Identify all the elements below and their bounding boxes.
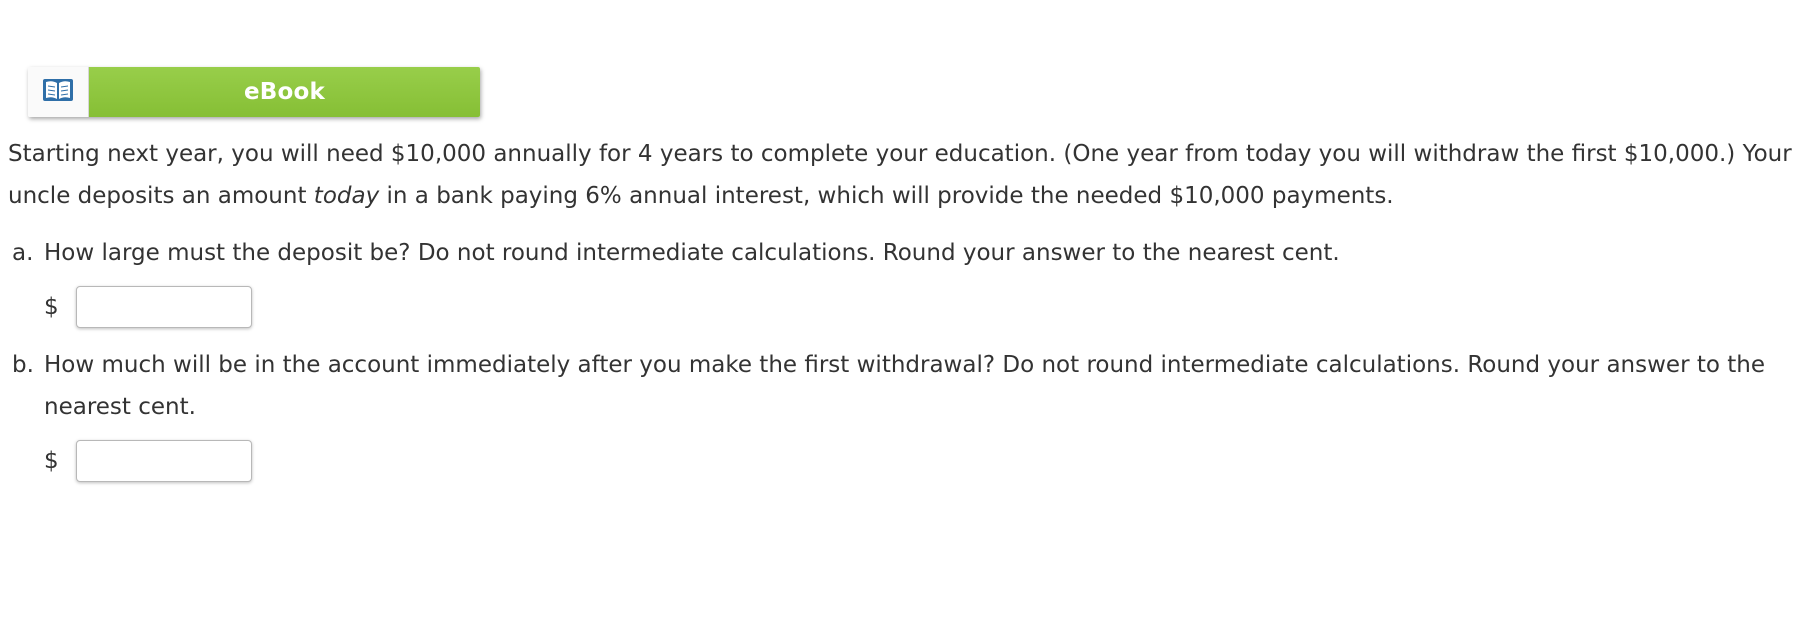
answer-b-currency: $ xyxy=(44,448,59,474)
question-a-text: How large must the deposit be? Do not ro… xyxy=(44,240,1340,266)
answer-a-row: $ xyxy=(44,286,252,328)
problem-text-after: in a bank paying 6% annual interest, whi… xyxy=(379,183,1394,209)
question-a-letter: a. xyxy=(12,240,34,266)
question-b: b. How much will be in the account immed… xyxy=(12,344,1802,428)
ebook-icon-box xyxy=(28,67,89,117)
ebook-button[interactable]: eBook xyxy=(28,67,480,117)
question-b-letter: b. xyxy=(12,352,34,378)
ebook-label: eBook xyxy=(89,67,480,117)
question-b-text: How much will be in the account immediat… xyxy=(44,352,1765,420)
open-book-icon xyxy=(42,76,74,108)
problem-emphasis: today xyxy=(313,183,380,209)
answer-a-input[interactable] xyxy=(76,286,252,328)
answer-b-row: $ xyxy=(44,440,252,482)
answer-a-currency: $ xyxy=(44,294,59,320)
answer-b-input[interactable] xyxy=(76,440,252,482)
question-a: a. How large must the deposit be? Do not… xyxy=(12,232,1802,274)
problem-statement: Starting next year, you will need $10,00… xyxy=(8,133,1798,217)
